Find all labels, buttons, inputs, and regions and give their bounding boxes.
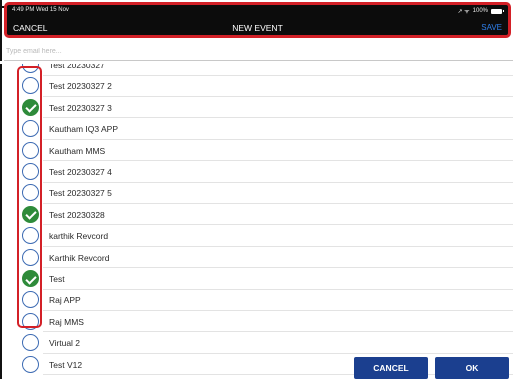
- list-item-label: Kautham MMS: [49, 145, 106, 156]
- unchecked-circle-icon[interactable]: [22, 312, 39, 330]
- list-item-label: Test: [49, 274, 65, 284]
- status-time: 4:49 PM Wed 15 Nov: [12, 7, 69, 13]
- unchecked-circle-icon[interactable]: [22, 120, 39, 138]
- top-navigation-bar: 4:49 PM Wed 15 Nov ↗ ᯤ 100% CANCEL NEW E…: [4, 2, 511, 38]
- list-item-label: Virtual 2: [49, 338, 81, 349]
- unchecked-circle-icon[interactable]: [22, 77, 39, 95]
- list-item-label: Test 20230328: [49, 209, 105, 220]
- unchecked-circle-icon[interactable]: [22, 227, 39, 245]
- list-item-label: Raj APP: [49, 295, 81, 306]
- list-item-label: Kautham IQ3 APP: [49, 124, 118, 135]
- page-title: NEW EVENT: [232, 23, 283, 33]
- unchecked-circle-icon[interactable]: [22, 184, 39, 202]
- list-item[interactable]: Kautham MMS: [0, 140, 513, 162]
- battery-percent: 100%: [472, 8, 488, 14]
- list-item[interactable]: Test 20230327 3: [0, 97, 513, 119]
- list-item-label: Test 20230327 2: [49, 81, 112, 92]
- list-item[interactable]: Test 20230327 5: [0, 182, 513, 204]
- unchecked-circle-icon[interactable]: [22, 291, 39, 309]
- battery-icon: [491, 8, 504, 14]
- list-item[interactable]: Kautham IQ3 APP: [0, 118, 513, 140]
- footer-ok-button[interactable]: OK: [435, 357, 509, 379]
- list-item[interactable]: Test 20230328: [0, 204, 513, 226]
- list-item[interactable]: Raj APP: [0, 289, 513, 311]
- list-item[interactable]: Karthik Revcord: [0, 247, 513, 269]
- list-item[interactable]: karthik Revcord: [0, 225, 513, 247]
- list-item-label: Test 20230327 3: [49, 102, 112, 113]
- list-item[interactable]: Test 20230327 4: [0, 161, 513, 183]
- list-item-label: karthik Revcord: [49, 231, 109, 242]
- unchecked-circle-icon[interactable]: [22, 163, 39, 180]
- unchecked-circle-icon[interactable]: [22, 248, 39, 266]
- list-item-label: Karthik Revcord: [49, 252, 110, 263]
- checked-circle-icon[interactable]: [22, 270, 39, 287]
- list-item[interactable]: Virtual 2: [0, 332, 513, 354]
- unchecked-circle-icon[interactable]: [22, 355, 39, 373]
- list-item-label: Test 20230327 4: [49, 167, 112, 177]
- list-item-label: Test 20230327 5: [49, 188, 112, 199]
- unchecked-circle-icon[interactable]: [22, 334, 39, 352]
- list-item-label: Raj MMS: [49, 316, 84, 327]
- email-input-underline: [4, 60, 513, 61]
- signal-icon: ↗ ᯤ: [457, 9, 470, 15]
- list-item[interactable]: Raj MMS: [0, 311, 513, 333]
- checked-circle-icon[interactable]: [22, 98, 39, 116]
- status-indicators: ↗ ᯤ 100%: [457, 7, 504, 15]
- email-input[interactable]: [4, 42, 513, 60]
- footer-cancel-button[interactable]: CANCEL: [354, 357, 428, 379]
- list-item[interactable]: Test: [0, 268, 513, 290]
- unchecked-circle-icon[interactable]: [22, 141, 39, 159]
- checked-circle-icon[interactable]: [22, 205, 39, 223]
- list-item-label: Test V12: [49, 359, 83, 370]
- list-item[interactable]: Test 20230327 2: [0, 75, 513, 97]
- list-top-clip: [0, 61, 513, 64]
- nav-save-button[interactable]: SAVE: [481, 23, 502, 32]
